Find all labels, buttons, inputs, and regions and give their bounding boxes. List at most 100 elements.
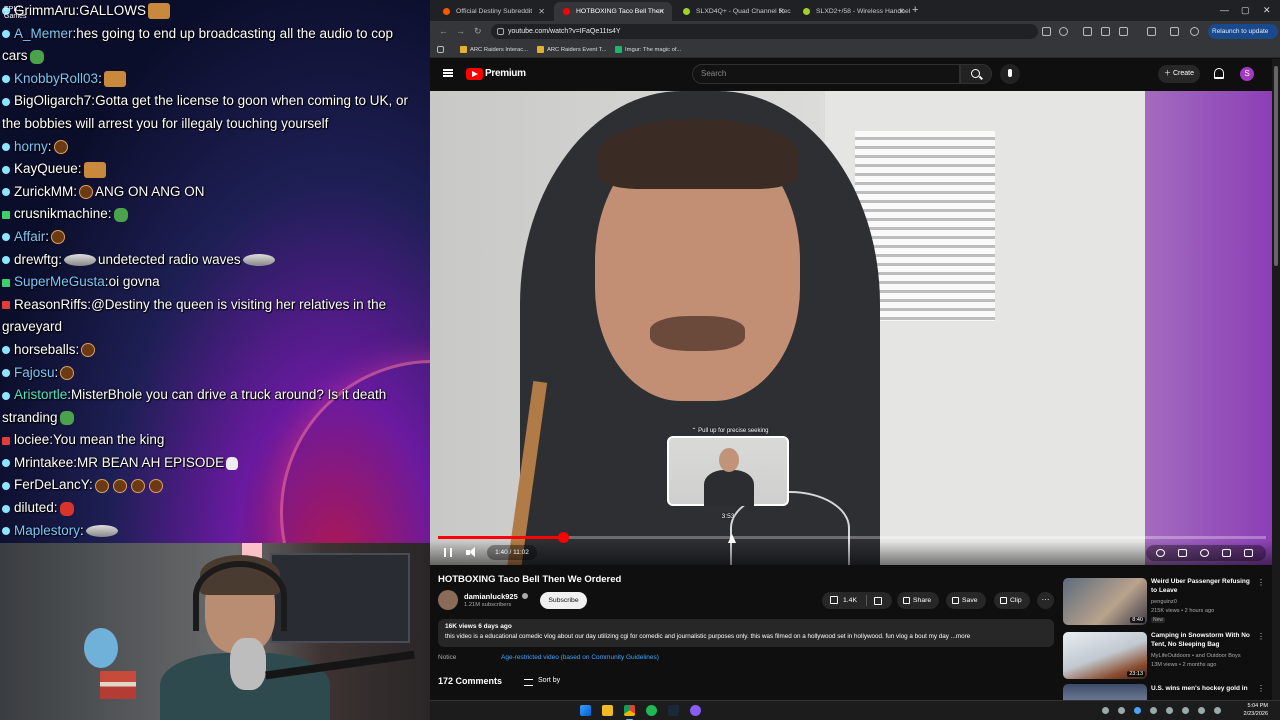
recommendation-title[interactable]: U.S. wins men's hockey gold in — [1151, 685, 1255, 694]
extension-icon[interactable] — [1119, 27, 1128, 36]
settings-gear-icon[interactable] — [1200, 549, 1209, 557]
theater-mode-icon[interactable] — [1222, 549, 1231, 557]
chat-username[interactable]: SuperMeGusta — [14, 274, 105, 289]
recommendation-title[interactable]: Camping in Snowstorm With No Tent, No Sl… — [1151, 632, 1255, 649]
more-vert-icon[interactable]: ⋮ — [1257, 684, 1265, 693]
volume-icon[interactable] — [1198, 707, 1205, 714]
tray-icon[interactable] — [1134, 707, 1141, 714]
chat-username[interactable]: horny — [14, 139, 48, 154]
address-bar[interactable]: youtube.com/watch?v=IFaQe11ts4Y — [491, 24, 1038, 39]
recommendation-thumbnail[interactable] — [1063, 684, 1147, 700]
autoplay-toggle-icon[interactable] — [1156, 549, 1165, 557]
chat-username[interactable]: Fajosu — [14, 365, 55, 380]
account-avatar[interactable]: S — [1240, 67, 1254, 81]
thumbs-down-icon[interactable] — [874, 597, 882, 605]
reload-icon[interactable]: ↻ — [474, 21, 482, 42]
minimize-button[interactable]: — — [1220, 0, 1229, 21]
chat-username[interactable]: lociee — [14, 432, 49, 447]
chat-username[interactable]: Aristortle — [14, 387, 67, 402]
volume-icon[interactable] — [466, 547, 478, 558]
tab-search-icon[interactable] — [1147, 27, 1156, 36]
recommendation-item[interactable]: 8:40 Weird Uber Passenger Refusing to Le… — [1063, 578, 1273, 628]
more-actions-button[interactable]: ··· — [1037, 592, 1054, 609]
site-info-icon[interactable] — [497, 28, 504, 35]
like-count[interactable]: 1.4K — [843, 592, 857, 609]
chat-username[interactable]: KnobbyRoll03 — [14, 71, 98, 86]
chat-username[interactable]: crusnikmachine — [14, 206, 108, 221]
description-box[interactable]: 16K views 6 days ago this video is a edu… — [438, 619, 1054, 647]
star-icon[interactable] — [1059, 27, 1068, 36]
relaunch-button[interactable]: Relaunch to update — [1208, 24, 1278, 39]
chat-username[interactable]: Affair — [14, 229, 45, 244]
app-icon[interactable] — [690, 705, 701, 716]
close-window-button[interactable]: ✕ — [1263, 0, 1271, 21]
search-input[interactable]: Search — [692, 64, 960, 84]
recommendation-thumbnail[interactable]: 8:40 — [1063, 578, 1147, 625]
back-icon[interactable]: ← — [439, 21, 448, 42]
chat-username[interactable]: KayQueue — [14, 161, 78, 176]
extension-icon[interactable] — [1083, 27, 1092, 36]
fullscreen-icon[interactable] — [1244, 549, 1253, 557]
subscribe-button[interactable]: Subscribe — [540, 592, 587, 609]
recommendation-thumbnail[interactable]: 23:13 — [1063, 632, 1147, 679]
chat-username[interactable]: A_Memer — [14, 26, 73, 41]
chrome-icon[interactable] — [624, 705, 635, 720]
steam-icon[interactable] — [668, 705, 679, 716]
recommendation-title[interactable]: Weird Uber Passenger Refusing to Leave — [1151, 578, 1255, 595]
chat-username[interactable]: ZurickMM — [14, 184, 73, 199]
chat-username[interactable]: Maplestory — [14, 523, 80, 538]
recommendation-item[interactable]: U.S. wins men's hockey gold in ⋮ — [1063, 684, 1273, 700]
youtube-premium-label[interactable]: Premium — [485, 68, 526, 79]
chat-username[interactable]: horseballs — [14, 342, 76, 357]
file-explorer-icon[interactable] — [602, 705, 613, 716]
system-clock[interactable]: 5:04 PM 2/23/2026 — [1238, 702, 1268, 718]
download-icon[interactable] — [1170, 27, 1179, 36]
channel-name[interactable]: damianluck925 — [464, 592, 518, 601]
clip-button[interactable]: Clip — [994, 592, 1030, 609]
recommendation-channel[interactable]: MyLifeOutdoors • and Outdoor Boys — [1151, 653, 1241, 659]
tab-slxd4q[interactable]: SLXD4Q+ - Quad Channel Rec ✕ — [674, 2, 792, 21]
bookmark-item[interactable]: Imgur: The magic of... — [615, 42, 681, 58]
close-icon[interactable]: ✕ — [538, 2, 545, 21]
chat-username[interactable]: ReasonRiffs — [14, 297, 87, 312]
chat-username[interactable]: diluted — [14, 500, 54, 515]
tray-icon[interactable] — [1118, 707, 1125, 714]
tab-destiny-subreddit[interactable]: Official Destiny Subreddit ✕ — [434, 2, 552, 21]
install-app-icon[interactable] — [1042, 27, 1051, 36]
progress-bar[interactable] — [438, 532, 1266, 543]
channel-avatar[interactable] — [438, 590, 458, 610]
chat-username[interactable]: FerDeLancY — [14, 477, 89, 492]
windows-start-icon[interactable] — [580, 705, 591, 716]
age-restriction-link[interactable]: Age-restricted video (based on Community… — [501, 654, 659, 661]
tray-icon[interactable] — [1166, 707, 1173, 714]
tab-youtube-video[interactable]: HOTBOXING Taco Bell Then ✕ — [554, 2, 672, 21]
chat-username[interactable]: BigOligarch7 — [14, 93, 91, 108]
maximize-button[interactable]: ▢ — [1241, 0, 1250, 21]
profile-icon[interactable] — [1190, 27, 1199, 36]
recommendation-item[interactable]: 23:13 Camping in Snowstorm With No Tent,… — [1063, 632, 1273, 682]
pause-icon[interactable] — [444, 548, 452, 557]
apps-icon[interactable] — [437, 46, 444, 53]
tray-icon[interactable] — [1150, 707, 1157, 714]
voice-search-icon[interactable] — [1000, 64, 1020, 84]
more-vert-icon[interactable]: ⋮ — [1257, 632, 1265, 641]
video-player[interactable]: ⌃ Pull up for precise seeking 3:53 1:40 … — [430, 91, 1272, 565]
bookmark-item[interactable]: ARC Raiders Interac... — [460, 42, 528, 58]
extension-icon[interactable] — [1101, 27, 1110, 36]
close-icon[interactable]: ✕ — [658, 2, 665, 21]
chat-username[interactable]: drewftg — [14, 252, 58, 267]
sort-by-button[interactable]: Sort by — [524, 677, 560, 686]
more-vert-icon[interactable]: ⋮ — [1257, 578, 1265, 587]
search-icon[interactable] — [960, 64, 992, 84]
captions-icon[interactable] — [1178, 549, 1187, 557]
close-icon[interactable]: ✕ — [778, 2, 785, 21]
spotify-icon[interactable] — [646, 705, 657, 716]
tray-icon[interactable] — [1102, 707, 1109, 714]
notifications-bell-icon[interactable] — [1214, 68, 1224, 79]
new-tab-button[interactable]: + — [912, 0, 918, 21]
youtube-logo-icon[interactable] — [466, 68, 483, 80]
forward-icon[interactable]: → — [456, 21, 465, 42]
share-button[interactable]: Share — [897, 592, 940, 609]
chat-username[interactable]: Mrintakee — [14, 455, 73, 470]
save-button[interactable]: Save — [946, 592, 986, 609]
